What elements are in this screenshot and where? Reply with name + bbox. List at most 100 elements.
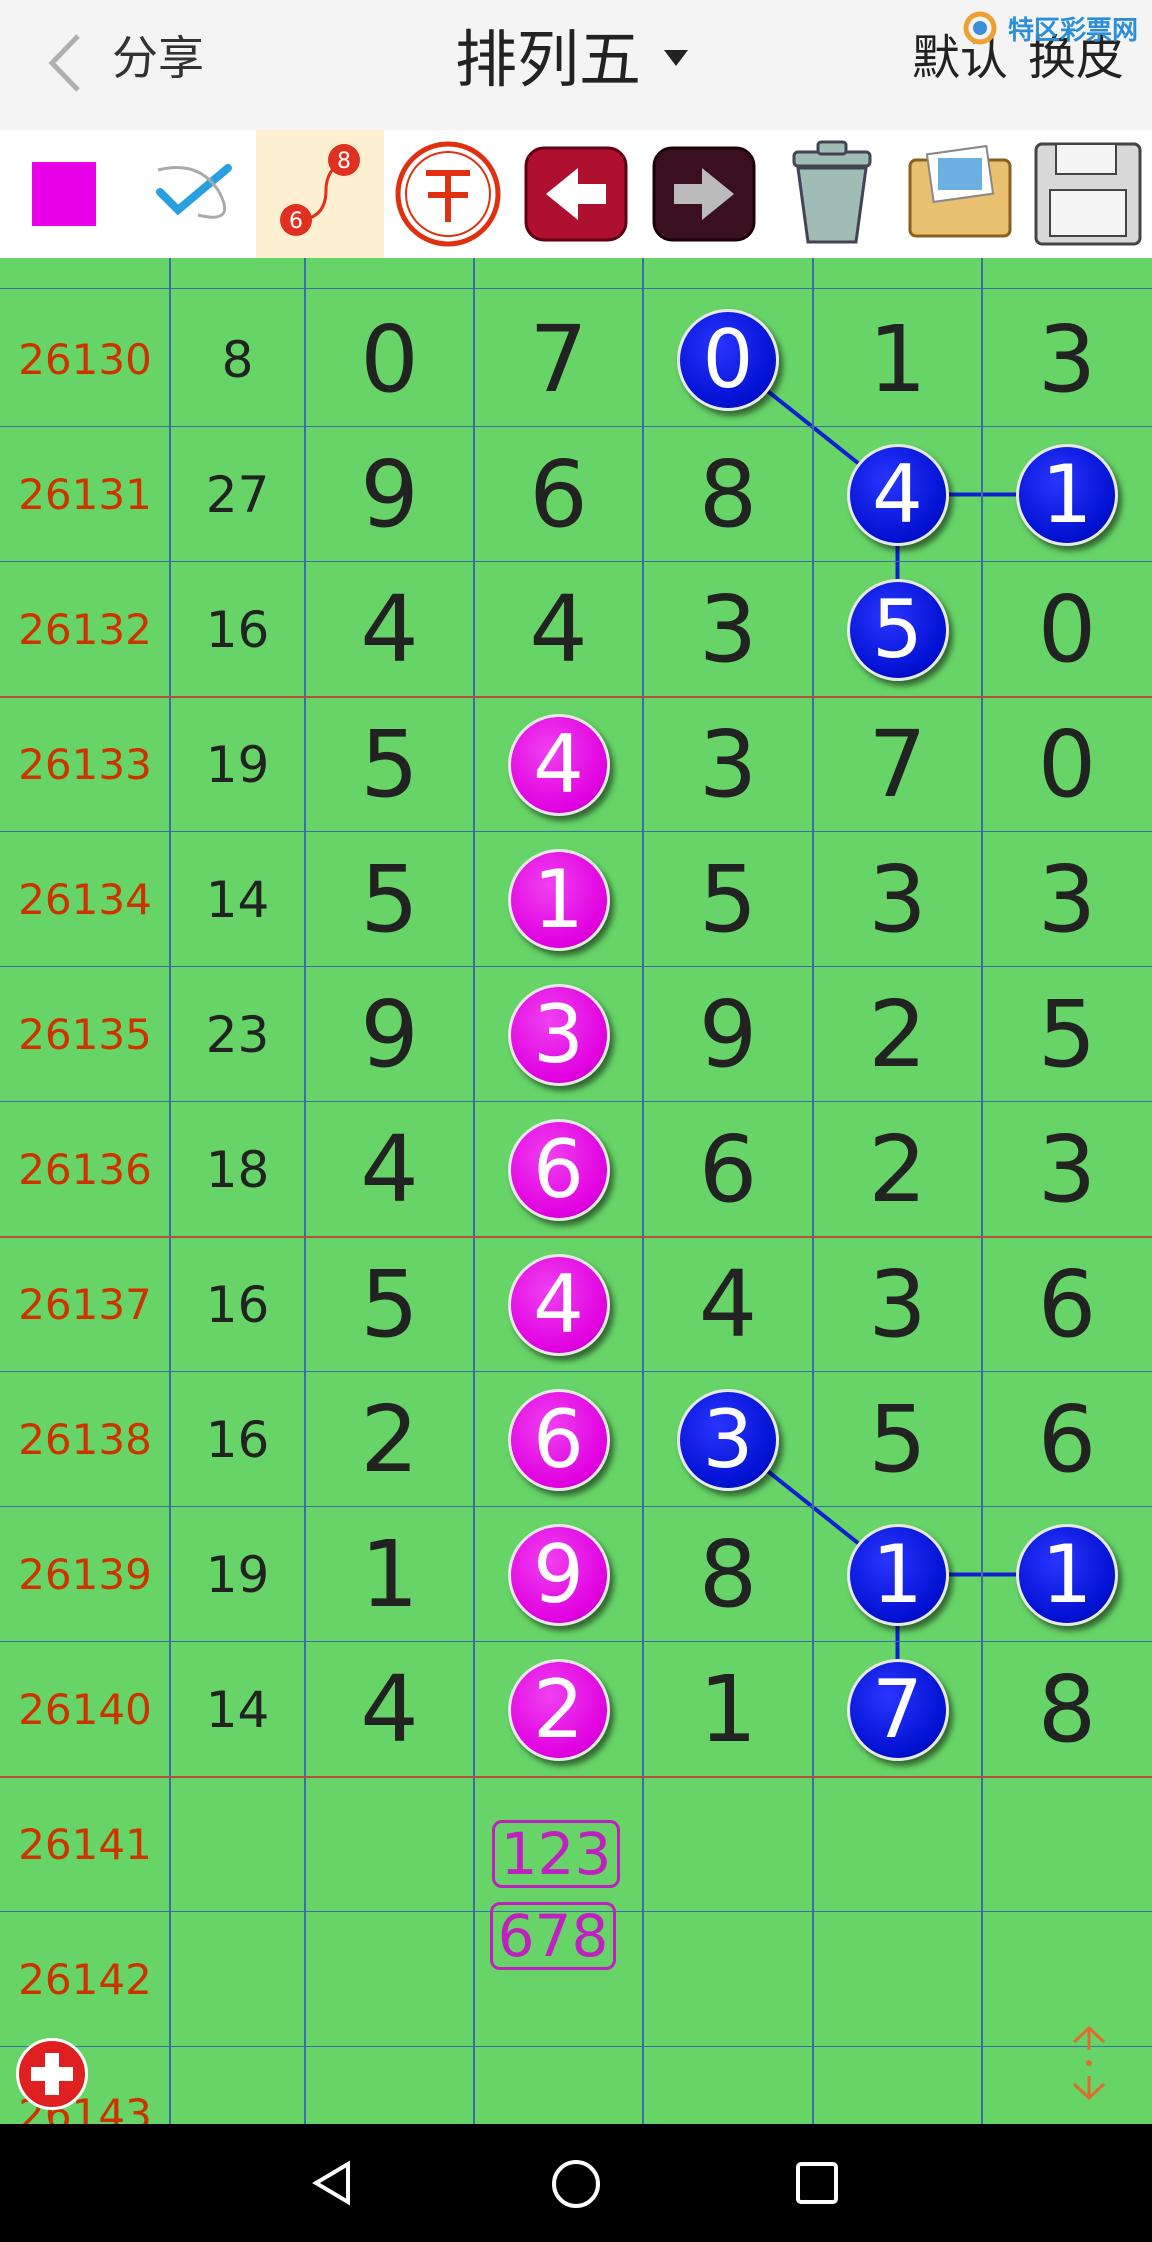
color-swatch-button[interactable]	[0, 130, 128, 258]
highlight-ball-pink[interactable]: 9	[507, 1523, 610, 1626]
digit-cell[interactable]	[305, 1912, 474, 2047]
nav-back-icon[interactable]	[308, 2158, 358, 2208]
digit-cell[interactable]: 1	[813, 292, 982, 427]
digit-cell[interactable]: 8	[643, 427, 813, 562]
digit-cell[interactable]: 4	[305, 1102, 474, 1237]
highlight-ball-blue[interactable]: 3	[677, 1388, 779, 1491]
highlight-ball-pink[interactable]: 4	[507, 1253, 610, 1356]
highlight-ball-pink[interactable]: 6	[507, 1118, 610, 1221]
back-chevron-icon[interactable]	[38, 28, 98, 98]
digit-cell[interactable]: 5	[982, 967, 1152, 1102]
sum-value	[170, 2047, 305, 2124]
image-gallery-button[interactable]	[896, 130, 1024, 258]
toolbar: 8 6	[0, 130, 1152, 258]
highlight-ball-blue[interactable]: 5	[846, 578, 949, 681]
digit-cell[interactable]	[305, 2047, 474, 2124]
digit-cell[interactable]: 5	[305, 1237, 474, 1372]
highlight-ball-pink[interactable]: 4	[507, 713, 610, 816]
digit-cell[interactable]: 4	[474, 562, 643, 697]
nav-home-icon[interactable]	[550, 2158, 602, 2210]
digit-cell[interactable]	[813, 1777, 982, 1912]
sum-value: 16	[205, 600, 270, 659]
digit-cell[interactable]: 6	[474, 427, 643, 562]
highlight-ball-pink[interactable]: 2	[507, 1658, 610, 1761]
redo-button[interactable]	[640, 130, 768, 258]
highlight-ball-blue[interactable]: 7	[846, 1658, 949, 1761]
scroll-expand-icon[interactable]	[1064, 2020, 1114, 2106]
digit-cell[interactable]: 6	[982, 1237, 1152, 1372]
digit-cell[interactable]: 4	[305, 562, 474, 697]
digit-cell[interactable]	[305, 1777, 474, 1912]
issue-number: 26140	[18, 1684, 152, 1734]
digit-cell[interactable]: 4	[643, 1237, 813, 1372]
digit-cell[interactable]: 3	[813, 832, 982, 967]
highlight-ball-blue[interactable]: 1	[1016, 443, 1118, 546]
watermark-text: 特区彩票网	[1008, 16, 1139, 46]
undo-button[interactable]	[512, 130, 640, 258]
digit-cell[interactable]: 5	[813, 1372, 982, 1507]
digit-cell[interactable]: 9	[305, 967, 474, 1102]
digit-cell[interactable]: 7	[813, 697, 982, 832]
digit-cell[interactable]: 3	[813, 1237, 982, 1372]
digit-cell[interactable]: 6	[982, 1372, 1152, 1507]
digit-cell[interactable]: 0	[982, 562, 1152, 697]
digit-cell[interactable]: 5	[643, 832, 813, 967]
issue-number: 26138	[18, 1414, 152, 1464]
digit-cell[interactable]: 2	[305, 1372, 474, 1507]
digit-cell[interactable]	[474, 2047, 643, 2124]
digit-cell[interactable]: 2	[813, 967, 982, 1102]
digit-cell[interactable]: 3	[982, 292, 1152, 427]
text-mode-button[interactable]	[384, 130, 512, 258]
digit-cell[interactable]: 3	[643, 562, 813, 697]
digit-cell[interactable]: 1	[643, 1642, 813, 1777]
highlight-ball-blue[interactable]: 0	[677, 308, 779, 411]
digit-cell[interactable]	[813, 2047, 982, 2124]
digit-cell[interactable]: 3	[982, 1102, 1152, 1237]
highlight-ball-blue[interactable]: 1	[1016, 1523, 1118, 1626]
share-button[interactable]: 分享	[112, 28, 204, 88]
digit-cell[interactable]	[643, 1777, 813, 1912]
digit-cell[interactable]: 7	[474, 292, 643, 427]
add-button[interactable]	[16, 2038, 88, 2110]
connect-dots-icon: 8 6	[280, 144, 360, 236]
digit-cell[interactable]: 5	[305, 697, 474, 832]
sum-value: 14	[205, 1680, 270, 1739]
lottery-type-title[interactable]: 排列五	[455, 20, 641, 100]
nav-recents-icon[interactable]	[794, 2160, 840, 2206]
digit-cell[interactable]: 6	[643, 1102, 813, 1237]
svg-text:8: 8	[337, 149, 351, 174]
digit-cell[interactable]	[813, 1912, 982, 2047]
highlight-ball-pink[interactable]: 6	[507, 1388, 610, 1491]
sum-value: 27	[205, 465, 270, 524]
dropdown-arrow-icon[interactable]	[664, 50, 688, 66]
sum-value: 16	[205, 1275, 270, 1334]
digit-cell[interactable]: 3	[982, 832, 1152, 967]
clear-trash-button[interactable]	[768, 130, 896, 258]
digit-cell[interactable]: 5	[305, 832, 474, 967]
svg-text:6: 6	[289, 209, 303, 234]
highlight-ball-pink[interactable]: 1	[507, 848, 610, 951]
digit-cell[interactable]: 0	[305, 292, 474, 427]
digit-cell[interactable]: 2	[813, 1102, 982, 1237]
digit-cell[interactable]: 1	[305, 1507, 474, 1642]
highlight-ball-blue[interactable]: 1	[846, 1523, 949, 1626]
pictures-folder-icon	[908, 144, 1012, 238]
system-nav-bar	[0, 2124, 1152, 2242]
digit-cell[interactable]: 4	[305, 1642, 474, 1777]
digit-cell[interactable]	[982, 1777, 1152, 1912]
save-button[interactable]	[1024, 130, 1152, 258]
digit-cell[interactable]: 3	[643, 697, 813, 832]
pen-tool-button[interactable]	[128, 130, 256, 258]
highlight-ball-blue[interactable]: 4	[846, 443, 949, 546]
digit-cell[interactable]: 0	[982, 697, 1152, 832]
highlight-ball-pink[interactable]: 3	[507, 983, 610, 1086]
digit-cell[interactable]: 9	[643, 967, 813, 1102]
digit-cell[interactable]: 9	[305, 427, 474, 562]
digit-cell[interactable]	[643, 1912, 813, 2047]
sum-value	[170, 1912, 305, 2047]
trend-chart-grid[interactable]: 26130 8 0 7 0 1 3 26131 27 9 6 8 4 1 26132 16 4 4 3 5 0 26133…	[0, 258, 1152, 2124]
digit-cell[interactable]: 8	[982, 1642, 1152, 1777]
digit-cell[interactable]: 8	[643, 1507, 813, 1642]
connect-draw-button[interactable]: 8 6	[256, 130, 384, 258]
digit-cell[interactable]	[643, 2047, 813, 2124]
